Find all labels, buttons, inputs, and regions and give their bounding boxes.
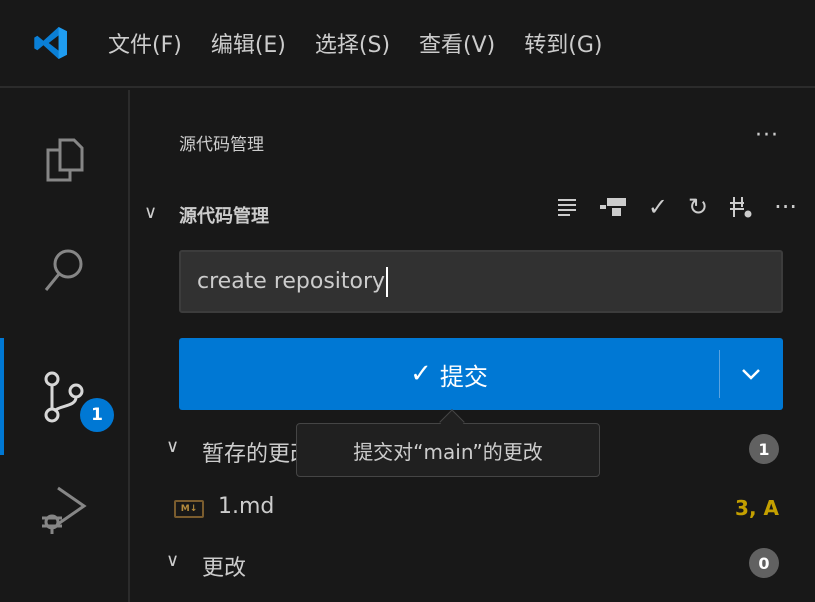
section-chevron-icon[interactable]: ∨ <box>144 202 157 223</box>
section-title[interactable]: 源代码管理 <box>179 202 269 228</box>
commit-message-text: create repository <box>197 269 386 294</box>
check-icon: ✓ <box>410 359 432 389</box>
commit-button[interactable]: ✓ 提交 <box>179 338 719 410</box>
chevron-down-icon <box>742 369 760 380</box>
panel-title: 源代码管理 <box>179 135 264 155</box>
file-name: 1.md <box>218 494 275 519</box>
source-control-panel: 源代码管理 ··· ∨ 源代码管理 ✓ ↻ ··· create reposit… <box>130 90 815 602</box>
view-as-list-icon[interactable] <box>556 197 578 217</box>
menu-file[interactable]: 文件(F) <box>108 27 182 59</box>
run-debug-icon <box>42 486 87 534</box>
panel-more-actions[interactable]: ··· <box>755 123 779 148</box>
search-icon <box>44 249 83 291</box>
changes-chevron-icon: ∨ <box>166 550 180 571</box>
file-status: 3, A <box>735 496 779 520</box>
commit-button-label: 提交 <box>439 362 488 391</box>
commit-message-input[interactable]: create repository <box>179 250 783 313</box>
section-toolbar: ✓ ↻ ··· <box>556 193 797 221</box>
menu-view[interactable]: 查看(V) <box>419 27 495 59</box>
vscode-logo-icon <box>34 27 67 59</box>
staged-chevron-icon: ∨ <box>166 436 180 457</box>
text-caret <box>386 266 389 297</box>
commit-graph-icon[interactable] <box>598 196 628 218</box>
files-icon <box>46 138 84 182</box>
section-more-actions[interactable]: ··· <box>774 193 797 221</box>
refresh-icon[interactable]: ↻ <box>688 193 708 221</box>
changes-group[interactable]: ∨ 更改 0 <box>130 542 815 588</box>
activity-search[interactable] <box>0 220 128 320</box>
branch-graph-icon[interactable] <box>728 195 754 219</box>
list-item[interactable]: M↓ 1.md 3, A <box>130 486 815 532</box>
activity-source-control[interactable] <box>0 347 128 447</box>
commit-dropdown-button[interactable] <box>719 338 783 410</box>
markdown-file-icon: M↓ <box>174 500 204 518</box>
menu-bar: 文件(F) 编辑(E) 选择(S) 查看(V) 转到(G) <box>108 27 631 59</box>
commit-check-icon[interactable]: ✓ <box>648 193 668 221</box>
menu-edit[interactable]: 编辑(E) <box>211 27 286 59</box>
staged-count-badge: 1 <box>749 434 779 464</box>
menu-selection[interactable]: 选择(S) <box>315 27 390 59</box>
activity-run-debug[interactable] <box>0 460 128 560</box>
activity-explorer[interactable] <box>0 110 128 210</box>
changes-label: 更改 <box>202 556 247 581</box>
activity-bar: 1 <box>0 90 130 602</box>
changes-count-badge: 0 <box>749 548 779 578</box>
menu-go[interactable]: 转到(G) <box>524 27 602 59</box>
title-bar: 文件(F) 编辑(E) 选择(S) 查看(V) 转到(G) <box>0 0 815 88</box>
source-control-badge: 1 <box>80 398 114 432</box>
